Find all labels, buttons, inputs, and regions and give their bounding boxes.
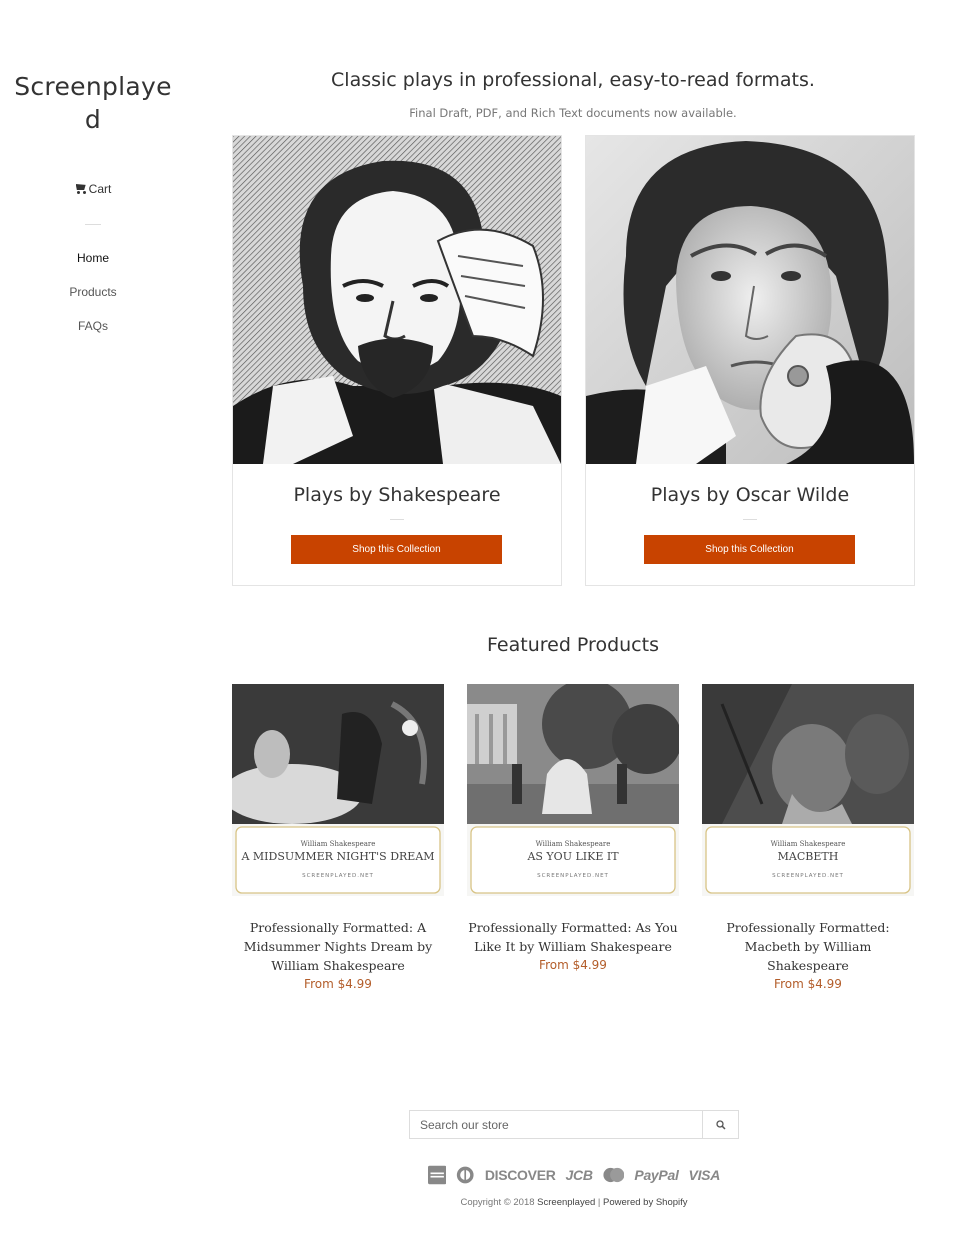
collection-title[interactable]: Plays by Oscar Wilde — [586, 484, 914, 506]
diners-club-icon — [457, 1166, 474, 1184]
oscar-wilde-portrait[interactable] — [586, 136, 914, 464]
card-title: MACBETH — [778, 850, 839, 863]
card-author: William Shakespeare — [771, 840, 846, 848]
collection-card-oscar-wilde[interactable]: Plays by Oscar Wilde Shop this Collectio… — [585, 135, 915, 586]
visa-icon: VISA — [688, 1167, 721, 1183]
store-search — [409, 1110, 739, 1139]
product-image[interactable]: William Shakespeare MACBETH SCREENPLAYED… — [702, 684, 914, 896]
mastercard-icon — [603, 1167, 624, 1183]
cart-link[interactable]: Cart — [0, 182, 186, 196]
payment-icons: DISCOVER JCB PayPal VISA — [428, 1164, 720, 1186]
search-button[interactable] — [702, 1111, 738, 1138]
collection-card-shakespeare[interactable]: Plays by Shakespeare Shop this Collectio… — [232, 135, 562, 586]
product-card[interactable]: William Shakespeare A MIDSUMMER NIGHT'S … — [232, 684, 444, 991]
shop-collection-button[interactable]: Shop this Collection — [644, 535, 855, 564]
cart-label: Cart — [88, 182, 112, 196]
product-card[interactable]: William Shakespeare AS YOU LIKE IT SCREE… — [467, 684, 679, 972]
shop-collection-button[interactable]: Shop this Collection — [291, 535, 502, 564]
nav-item-home[interactable]: Home — [0, 250, 186, 284]
product-title[interactable]: Professionally Formatted: A Midsummer Ni… — [232, 918, 444, 975]
product-title[interactable]: Professionally Formatted: Macbeth by Wil… — [702, 918, 914, 975]
collection-divider — [390, 519, 404, 520]
paypal-icon: PayPal — [634, 1167, 679, 1183]
product-price: From $4.99 — [539, 958, 607, 972]
copyright-text: Copyright © 2018 — [460, 1197, 538, 1208]
shakespeare-portrait[interactable] — [233, 136, 561, 464]
product-image[interactable]: William Shakespeare A MIDSUMMER NIGHT'S … — [232, 684, 444, 896]
product-price: From $4.99 — [304, 977, 372, 991]
collection-title[interactable]: Plays by Shakespeare — [233, 484, 561, 506]
cart-icon — [75, 184, 87, 194]
hero-title: Classic plays in professional, easy-to-r… — [331, 69, 815, 91]
discover-icon: DISCOVER — [484, 1167, 556, 1183]
copyright: Copyright © 2018 Screenplayed | Powered … — [409, 1197, 739, 1208]
product-card[interactable]: William Shakespeare MACBETH SCREENPLAYED… — [702, 684, 914, 991]
product-price: From $4.99 — [774, 977, 842, 991]
store-link[interactable]: Screenplayed — [537, 1197, 595, 1208]
card-author: William Shakespeare — [301, 840, 376, 848]
sidebar-divider — [85, 224, 101, 225]
product-title[interactable]: Professionally Formatted: As You Like It… — [467, 918, 679, 956]
hero-subtitle: Final Draft, PDF, and Rich Text document… — [409, 106, 737, 120]
product-image[interactable]: William Shakespeare AS YOU LIKE IT SCREE… — [467, 684, 679, 896]
collection-divider — [743, 519, 757, 520]
nav-item-products[interactable]: Products — [0, 284, 186, 318]
copyright-separator: | — [595, 1197, 604, 1208]
card-author: William Shakespeare — [536, 840, 611, 848]
powered-by-link[interactable]: Powered by Shopify — [603, 1197, 688, 1208]
search-icon — [715, 1119, 726, 1130]
nav-item-faqs[interactable]: FAQs — [0, 318, 186, 352]
card-site: SCREENPLAYED.NET — [537, 873, 609, 879]
jcb-icon: JCB — [565, 1167, 593, 1183]
card-site: SCREENPLAYED.NET — [302, 873, 374, 879]
site-nav: Home Products FAQs — [0, 250, 186, 352]
search-input[interactable] — [410, 1111, 702, 1138]
american-express-icon — [428, 1165, 447, 1185]
featured-products-title: Featured Products — [487, 634, 659, 656]
card-site: SCREENPLAYED.NET — [772, 873, 844, 879]
card-title: A MIDSUMMER NIGHT'S DREAM — [240, 850, 434, 863]
site-logo[interactable]: Screenplayed — [10, 70, 176, 136]
card-title: AS YOU LIKE IT — [526, 850, 619, 863]
